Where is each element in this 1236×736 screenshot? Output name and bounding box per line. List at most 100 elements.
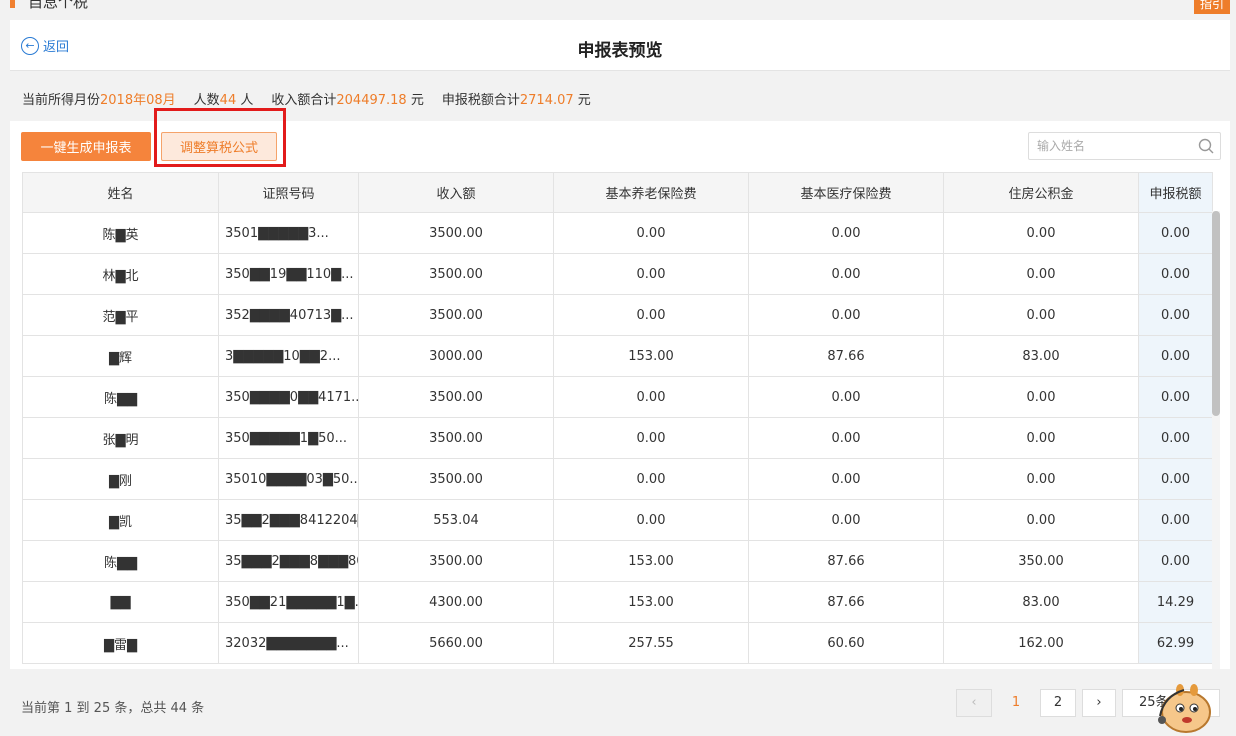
report-table: 姓名 证照号码 收入额 基本养老保险费 基本医疗保险费 住房公积金 申报税额 陈… [22,172,1213,664]
pagination-footer: 当前第 1 到 25 条，总共 44 条 ‹ 1 2 › 25条 [10,669,1230,736]
guide-badge[interactable]: 指引 [1194,0,1230,14]
table-row[interactable]: ▇凯35▇▇2▇▇▇8412204▇...553.040.000.000.000… [22,499,1213,541]
name-cell: 张▇明 [22,417,219,459]
tax-cell: 0.00 [1138,499,1213,541]
fund-cell: 0.00 [943,376,1139,418]
tax-total: 2714.07 [519,93,574,108]
assistant-mascot-icon[interactable] [1150,670,1216,736]
medical-cell: 0.00 [748,212,944,254]
tax-unit: 元 [577,93,591,108]
toolbar: 一键生成申报表 调整算税公式 [10,121,1230,169]
income-cell: 5660.00 [358,622,554,664]
table-row[interactable]: 林▇北 350▇▇19▇▇110▇... 3500.00 0.00 0.00 0.00 0.… [22,253,1213,295]
scrollbar-thumb[interactable] [1212,211,1220,416]
fund-cell: 83.00 [943,581,1139,623]
medical-cell: 0.00 [748,253,944,295]
tax-cell: 62.99 [1138,622,1213,664]
medical-cell: 0.00 [748,294,944,336]
pension-cell: 0.00 [553,294,749,336]
id-number-cell: 352▇▇▇▇40713▇... [218,294,359,336]
income-cell: 4300.00 [358,581,554,623]
col-name[interactable]: 姓名 [22,172,219,213]
table-row[interactable]: ▇辉 3▇▇▇▇▇10▇▇2... 3000.00 153.00 87.66 83.00 0… [22,335,1213,377]
tax-cell: 0.00 [1138,376,1213,418]
medical-cell: 0.00 [748,417,944,459]
income-cell: 3500.00 [358,540,554,582]
table-row[interactable]: 张▇明 350▇▇▇▇▇1▇50... 3500.00 0.00 0.00 0.00 0.0… [22,417,1213,459]
income-total: 204497.18 [336,93,407,108]
search-input[interactable] [1029,133,1189,159]
col-fund[interactable]: 住房公积金 [943,172,1139,213]
pension-cell: 257.55 [553,622,749,664]
income-label: 收入额合计 [271,93,337,108]
pension-cell: 0.00 [553,417,749,459]
income-cell: 3000.00 [358,335,554,377]
income-cell: 3500.00 [358,212,554,254]
fund-cell: 0.00 [943,458,1139,500]
col-tax[interactable]: 申报税额 [1138,172,1213,213]
fund-cell: 0.00 [943,294,1139,336]
fund-cell: 162.00 [943,622,1139,664]
id-number-cell: 35▇▇▇2▇▇▇8▇▇▇80... [218,540,359,582]
name-cell: ▇辉 [22,335,219,377]
pension-cell: 153.00 [553,335,749,377]
tax-cell: 14.29 [1138,581,1213,623]
adjust-formula-button[interactable]: 调整算税公式 [161,132,277,161]
prev-page-button[interactable]: ‹ [956,689,992,717]
id-number-cell: 350▇▇19▇▇110▇... [218,253,359,295]
report-table-container: 姓名 证照号码 收入额 基本养老保险费 基本医疗保险费 住房公积金 申报税额 陈… [10,169,1230,669]
table-row[interactable]: 陈▇▇ 350▇▇▇▇0▇▇4171... 3500.00 0.00 0.00 0.00 0… [22,376,1213,418]
name-search[interactable] [1028,132,1221,160]
table-row[interactable]: ▇刚 35010▇▇▇▇03▇50... 3500.00 0.00 0.00 0.00 0.… [22,458,1213,500]
pension-cell: 0.00 [553,499,749,541]
chevron-right-icon: › [1096,695,1102,710]
table-header-row: 姓名 证照号码 收入额 基本养老保险费 基本医疗保险费 住房公积金 申报税额 [22,172,1213,213]
table-row[interactable]: ▇▇ 350▇▇21▇▇▇▇▇1▇... 4300.00 153.00 87.66 83.… [22,581,1213,623]
id-number-cell: 3501▇▇▇▇▇3... [218,212,359,254]
table-scrollbar[interactable] [1212,211,1220,669]
income-cell: 3500.00 [358,294,554,336]
page-header: ← 返回 申报表预览 [10,20,1230,71]
income-cell: 3500.00 [358,458,554,500]
col-pension[interactable]: 基本养老保险费 [553,172,749,213]
col-income[interactable]: 收入额 [358,172,554,213]
page-1-button[interactable]: 1 [998,689,1034,717]
id-number-cell: 32032▇▇▇▇▇▇▇... [218,622,359,664]
col-id[interactable]: 证照号码 [218,172,359,213]
id-number-cell: 350▇▇21▇▇▇▇▇1▇... [218,581,359,623]
count-label: 人数 [193,93,220,108]
month-value: 2018年08月 [100,93,176,108]
income-cell: 553.04 [358,499,554,541]
table-row[interactable]: 陈▇▇35▇▇▇2▇▇▇8▇▇▇80...3500.00153.0087.663… [22,540,1213,582]
tax-cell: 0.00 [1138,294,1213,336]
medical-cell: 87.66 [748,581,944,623]
next-page-button[interactable]: › [1082,689,1116,717]
table-row[interactable]: 陈▇英 3501▇▇▇▇▇3... 3500.00 0.00 0.00 0.00 0.00 [22,212,1213,254]
fund-cell: 0.00 [943,499,1139,541]
chevron-left-icon: ‹ [971,695,977,710]
col-medical[interactable]: 基本医疗保险费 [748,172,944,213]
id-number-cell: 350▇▇▇▇▇1▇50... [218,417,359,459]
count-unit: 人 [240,93,254,108]
name-cell: ▇▇ [22,581,219,623]
table-row[interactable]: 范▇平 352▇▇▇▇40713▇... 3500.00 0.00 0.00 0.00 0.… [22,294,1213,336]
name-cell: 范▇平 [22,294,219,336]
page-2-button[interactable]: 2 [1040,689,1076,717]
summary-line: 当前所得月份2018年08月 人数44 人 收入额合计204497.18 元 申报税额… [22,89,591,108]
fund-cell: 0.00 [943,212,1139,254]
name-cell: ▇刚 [22,458,219,500]
id-number-cell: 35010▇▇▇▇03▇50... [218,458,359,500]
accent-bar [10,0,15,8]
fund-cell: 0.00 [943,417,1139,459]
medical-cell: 87.66 [748,540,944,582]
income-cell: 3500.00 [358,417,554,459]
medical-cell: 0.00 [748,376,944,418]
search-icon[interactable] [1198,138,1214,154]
table-row[interactable]: ▇雷▇ 32032▇▇▇▇▇▇▇... 5660.00 257.55 60.60 162.… [22,622,1213,664]
id-number-cell: 35▇▇2▇▇▇8412204▇... [218,499,359,541]
medical-cell: 0.00 [748,499,944,541]
count-value: 44 [219,93,237,108]
pension-cell: 0.00 [553,253,749,295]
fund-cell: 0.00 [943,253,1139,295]
generate-report-button[interactable]: 一键生成申报表 [21,132,151,161]
